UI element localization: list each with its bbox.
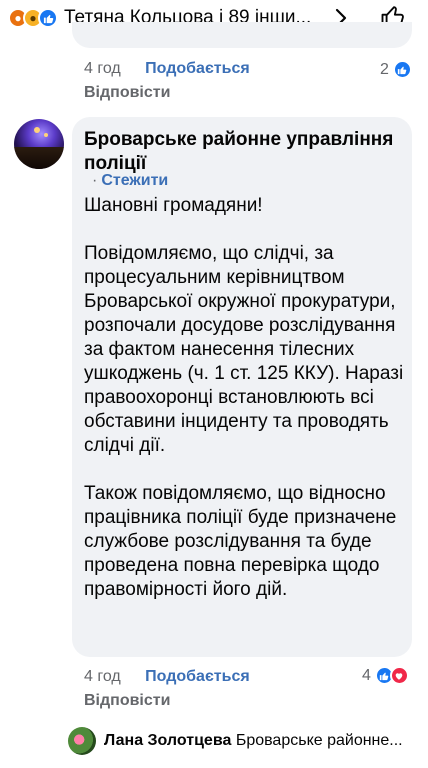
comment-author[interactable]: Броварське районне управління поліції <box>84 128 404 176</box>
comment-time: 4 год <box>84 60 121 77</box>
comment-paragraph: Шановні громадяни! <box>84 195 263 216</box>
follow-button[interactable]: · Стежити <box>92 172 168 190</box>
reaction-icons: ● ● <box>8 8 58 28</box>
previous-comment-bubble <box>72 22 412 48</box>
avatar[interactable] <box>14 119 64 169</box>
comment-actions: 4 год Подобається <box>84 668 250 686</box>
like-reaction-icon <box>392 60 412 79</box>
love-reaction-icon <box>389 666 409 685</box>
reply-preview[interactable]: Лана Золотцева Броварське районне... <box>68 726 403 756</box>
reply-snippet: Броварське районне... <box>235 732 403 749</box>
like-button[interactable]: Подобається <box>145 668 250 685</box>
reaction-count[interactable]: 4 <box>362 666 409 685</box>
comment-time: 4 год <box>84 668 121 685</box>
reply-author: Лана Золотцева <box>104 732 232 749</box>
comment-text: Шановні громадяни! Повідомляємо, що слід… <box>84 194 408 626</box>
reaction-count-number: 4 <box>362 666 371 684</box>
like-reaction-icon <box>38 8 58 28</box>
follow-label: Стежити <box>101 172 169 189</box>
reply-button[interactable]: Відповісти <box>84 84 170 102</box>
previous-comment-actions: 4 год Подобається <box>84 60 250 78</box>
comment-paragraph: Також повідомляємо, що відносно працівни… <box>84 483 397 600</box>
comment-paragraph: Повідомляємо, що слідчі, за процесуальни… <box>84 243 404 456</box>
reply-button[interactable]: Відповісти <box>84 692 170 710</box>
reaction-count-number: 2 <box>380 60 389 78</box>
reaction-count[interactable]: 2 <box>380 60 412 79</box>
like-button[interactable]: Подобається <box>145 60 250 77</box>
avatar <box>68 727 96 755</box>
